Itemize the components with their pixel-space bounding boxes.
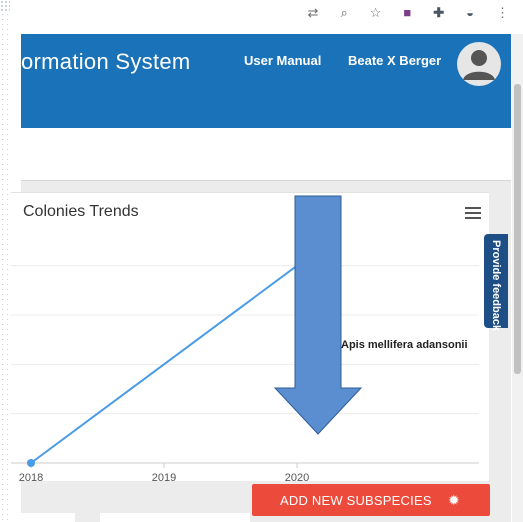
add-button-label: ADD NEW SUBSPECIES: [280, 493, 432, 508]
bottom-card-right: [100, 513, 250, 522]
page-scrollbar[interactable]: [512, 34, 523, 522]
feedback-label: Provide feedback: [490, 240, 502, 332]
provide-feedback-tab[interactable]: Provide feedback: [484, 234, 508, 332]
bug-icon: ✹: [448, 492, 460, 508]
bottom-card-left: [21, 513, 75, 522]
scrollbar-thumb[interactable]: [514, 84, 521, 374]
down-arrow-icon: [273, 195, 363, 435]
add-new-subspecies-button[interactable]: ADD NEW SUBSPECIES ✹: [252, 484, 490, 516]
